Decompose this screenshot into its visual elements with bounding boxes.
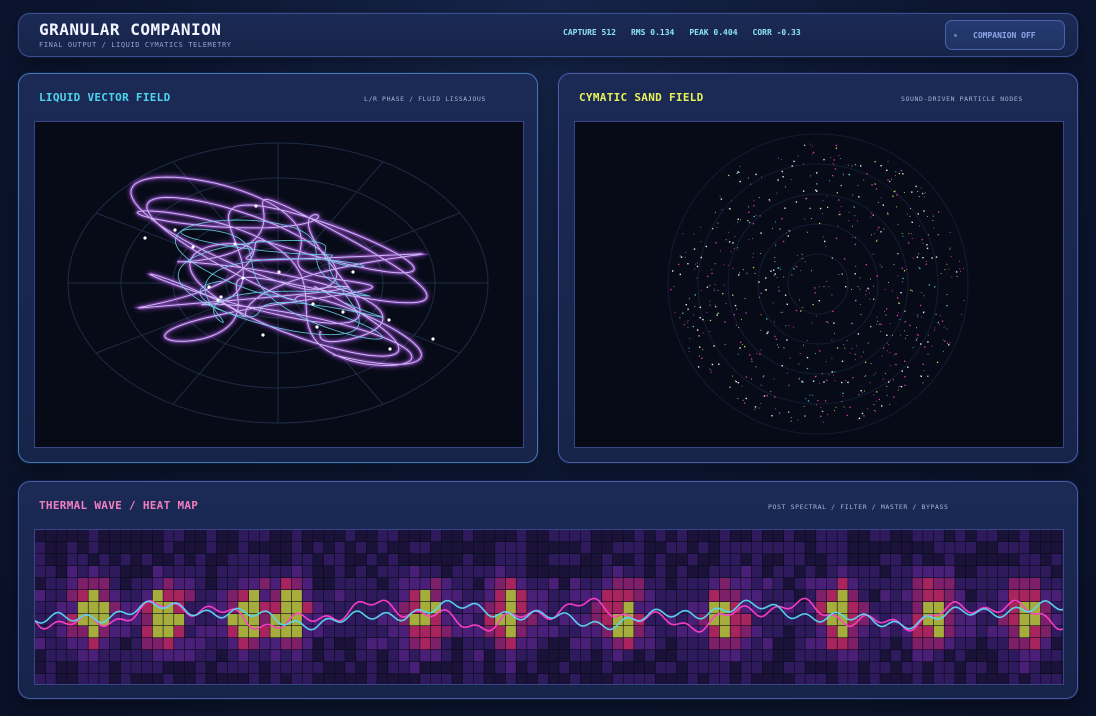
companion-toggle-button[interactable]: COMPANION OFF [945, 20, 1065, 50]
sand-panel-title: CYMATIC SAND FIELD [579, 91, 704, 104]
heat-map-plot [35, 530, 1063, 684]
thermal-wave-panel: THERMAL WAVE / HEAT MAP POST SPECTRAL / … [18, 481, 1078, 699]
app-title: GRANULAR COMPANION [39, 20, 222, 39]
sand-particles [670, 143, 965, 423]
companion-toggle-label: COMPANION OFF [973, 30, 1036, 40]
cymatic-sand-panel: CYMATIC SAND FIELD SOUND-DRIVEN PARTICLE… [558, 73, 1078, 463]
sand-grid [667, 133, 969, 435]
telemetry-stats: CAPTURE 512 RMS 0.134 PEAK 0.404 CORR -0… [563, 28, 801, 37]
app-subtitle: FINAL OUTPUT / LIQUID CYMATICS TELEMETRY [39, 41, 232, 49]
thermal-panel-tag: POST SPECTRAL / FILTER / MASTER / BYPASS [768, 503, 949, 511]
heat-cells [35, 530, 1063, 684]
vector-panel-title: LIQUID VECTOR FIELD [39, 91, 171, 104]
thermal-panel-title: THERMAL WAVE / HEAT MAP [39, 499, 199, 512]
vector-panel-tag: L/R PHASE / FLUID LISSAJOUS [364, 95, 486, 103]
peak-stat: PEAK 0.404 [689, 28, 738, 37]
status-dot-icon [954, 33, 957, 37]
sand-panel-tag: SOUND-DRIVEN PARTICLE NODES [901, 95, 1023, 103]
particle-plot [667, 133, 969, 435]
rms-stat: RMS 0.134 [630, 28, 675, 37]
corr-stat: CORR -0.33 [752, 28, 801, 37]
heat-map-display [34, 529, 1064, 685]
header-bar: GRANULAR COMPANION FINAL OUTPUT / LIQUID… [18, 13, 1078, 57]
vector-field-display [34, 121, 524, 448]
lissajous-plot [67, 142, 489, 424]
capture-stat: CAPTURE 512 [563, 28, 616, 37]
sand-field-display [574, 121, 1064, 448]
liquid-vector-panel: LIQUID VECTOR FIELD L/R PHASE / FLUID LI… [18, 73, 538, 463]
